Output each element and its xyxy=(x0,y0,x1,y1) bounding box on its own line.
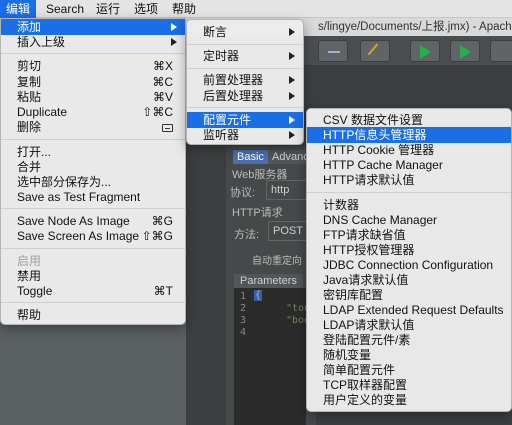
menu-item-http-header-manager[interactable]: HTTP信息头管理器 xyxy=(307,127,511,143)
stop-button[interactable] xyxy=(490,40,512,62)
menu-item-dns-cache-manager[interactable]: DNS Cache Manager xyxy=(307,212,511,228)
menu-item-tcp-sampler-config[interactable]: TCP取样器配置 xyxy=(307,377,511,393)
config-elements-submenu: CSV 数据文件设置 HTTP信息头管理器 HTTP Cookie 管理器 HT… xyxy=(306,108,512,412)
chevron-right-icon xyxy=(289,116,295,124)
menu-item-save-node-image[interactable]: Save Node As Image ⌘G xyxy=(1,213,185,229)
line-number: 3 xyxy=(240,315,247,326)
menu-separator xyxy=(1,53,185,54)
line-number: 2 xyxy=(240,303,247,314)
menu-help[interactable]: 帮助 xyxy=(166,0,202,18)
menu-item-http-auth-manager[interactable]: HTTP授权管理器 xyxy=(307,242,511,258)
redirect-checkbox-label[interactable]: 自动重定向 xyxy=(252,252,302,267)
menu-item-random-variable[interactable]: 随机变量 xyxy=(307,347,511,363)
menu-item-ftp-request-defaults[interactable]: FTP请求缺省值 xyxy=(307,227,511,243)
menu-item-insert-parent[interactable]: 插入上级 xyxy=(1,34,185,50)
menu-item-config-elements[interactable]: 配置元件 xyxy=(187,112,303,128)
menu-item-java-request-defaults[interactable]: Java请求默认值 xyxy=(307,272,511,288)
tab-basic[interactable]: Basic xyxy=(233,150,268,164)
chevron-right-icon xyxy=(289,28,295,36)
start-button[interactable] xyxy=(410,40,440,62)
method-label: 方法: xyxy=(234,229,260,241)
toggle-button[interactable] xyxy=(360,40,390,62)
chevron-right-icon xyxy=(289,131,295,139)
window-title: s/lingye/Documents/上报.jmx) - Apache JMe xyxy=(318,21,512,33)
chevron-right-icon xyxy=(171,23,177,31)
minus-icon xyxy=(328,51,340,53)
chevron-right-icon xyxy=(289,52,295,60)
menu-item-http-cache-manager[interactable]: HTTP Cache Manager xyxy=(307,157,511,173)
menu-item-enable: 启用 xyxy=(17,254,42,268)
menu-separator xyxy=(187,107,303,108)
menu-item-ldap-request-defaults[interactable]: LDAP请求默认值 xyxy=(307,317,511,333)
method-select[interactable]: POST xyxy=(268,221,308,241)
delete-key-icon xyxy=(162,124,173,132)
menu-item-timers[interactable]: 定时器 xyxy=(187,48,303,64)
chevron-right-icon xyxy=(289,92,295,100)
menu-item-save-selection[interactable]: 选中部分保存为... xyxy=(1,174,185,190)
start-no-pause-button[interactable] xyxy=(450,40,480,62)
protocol-input[interactable]: http xyxy=(266,180,310,200)
menu-item-listeners[interactable]: 监听器 xyxy=(187,127,303,143)
menu-item-login-config[interactable]: 登陆配置元件/素 xyxy=(307,332,511,348)
menu-item-csv-data-set[interactable]: CSV 数据文件设置 xyxy=(307,112,511,128)
menu-item-open[interactable]: 打开... xyxy=(1,144,185,160)
menu-item-assertions[interactable]: 断言 xyxy=(187,24,303,40)
http-request-label: HTTP请求 xyxy=(232,207,283,219)
menu-separator xyxy=(1,139,185,140)
menu-item-help[interactable]: 帮助 xyxy=(1,307,185,323)
code-brace: { xyxy=(254,290,263,301)
menu-separator xyxy=(1,208,185,209)
menu-item-merge[interactable]: 合并 xyxy=(1,159,185,175)
menu-edit[interactable]: 编辑 xyxy=(0,0,37,18)
menu-item-post-processors[interactable]: 后置处理器 xyxy=(187,88,303,104)
menu-options[interactable]: 选项 xyxy=(128,0,164,18)
menu-item-copy[interactable]: 复制 ⌘C xyxy=(1,74,185,90)
menu-item-paste[interactable]: 粘贴 ⌘V xyxy=(1,89,185,105)
menu-item-counter[interactable]: 计数器 xyxy=(307,197,511,213)
menu-separator xyxy=(1,302,185,303)
menu-item-http-request-defaults[interactable]: HTTP请求默认值 xyxy=(307,172,511,188)
menu-item-user-defined-variables[interactable]: 用户定义的变量 xyxy=(307,392,511,408)
menu-item-http-cookie-manager[interactable]: HTTP Cookie 管理器 xyxy=(307,142,511,158)
chevron-right-icon xyxy=(289,76,295,84)
menu-item-cut[interactable]: 剪切 ⌘X xyxy=(1,58,185,74)
menu-item-toggle[interactable]: Toggle ⌘T xyxy=(1,283,185,299)
line-number: 4 xyxy=(240,327,247,338)
menu-item-keystore-config[interactable]: 密钥库配置 xyxy=(307,287,511,303)
menu-item-simple-config[interactable]: 简单配置元件 xyxy=(307,362,511,378)
menu-item-pre-processors[interactable]: 前置处理器 xyxy=(187,72,303,88)
play-icon xyxy=(420,45,431,59)
menu-separator xyxy=(307,192,511,193)
menu-search[interactable]: Search xyxy=(40,0,90,18)
menu-item-jdbc-connection[interactable]: JDBC Connection Configuration xyxy=(307,257,511,273)
menu-separator xyxy=(1,248,185,249)
menu-item-duplicate[interactable]: Duplicate ⇧⌘C xyxy=(1,104,185,120)
play-icon xyxy=(460,45,471,59)
wand-icon xyxy=(367,43,385,61)
edit-menu: 添加 插入上级 剪切 ⌘X 复制 ⌘C 粘贴 ⌘V Duplicate ⇧⌘C … xyxy=(0,18,186,325)
protocol-label: 协议: xyxy=(230,187,256,199)
menu-item-disable[interactable]: 禁用 xyxy=(1,268,185,284)
menu-item-ldap-extended-defaults[interactable]: LDAP Extended Request Defaults xyxy=(307,302,511,318)
chevron-right-icon xyxy=(171,38,177,46)
tab-parameters[interactable]: Parameters xyxy=(234,274,303,288)
menu-item-save-test-fragment[interactable]: Save as Test Fragment xyxy=(1,189,185,205)
collapse-button[interactable] xyxy=(318,40,348,62)
menu-item-delete[interactable]: 删除 xyxy=(1,119,185,135)
menu-item-add[interactable]: 添加 xyxy=(1,19,185,35)
line-number: 1 xyxy=(240,291,247,302)
menu-bar: 编辑 Search 运行 选项 帮助 xyxy=(0,0,512,18)
menu-separator xyxy=(187,68,303,69)
menu-item-save-screen-image[interactable]: Save Screen As Image ⇧⌘G xyxy=(1,228,185,244)
menu-run[interactable]: 运行 xyxy=(90,0,126,18)
menu-separator xyxy=(187,44,303,45)
add-submenu: 断言 定时器 前置处理器 后置处理器 配置元件 监听器 xyxy=(186,19,304,145)
